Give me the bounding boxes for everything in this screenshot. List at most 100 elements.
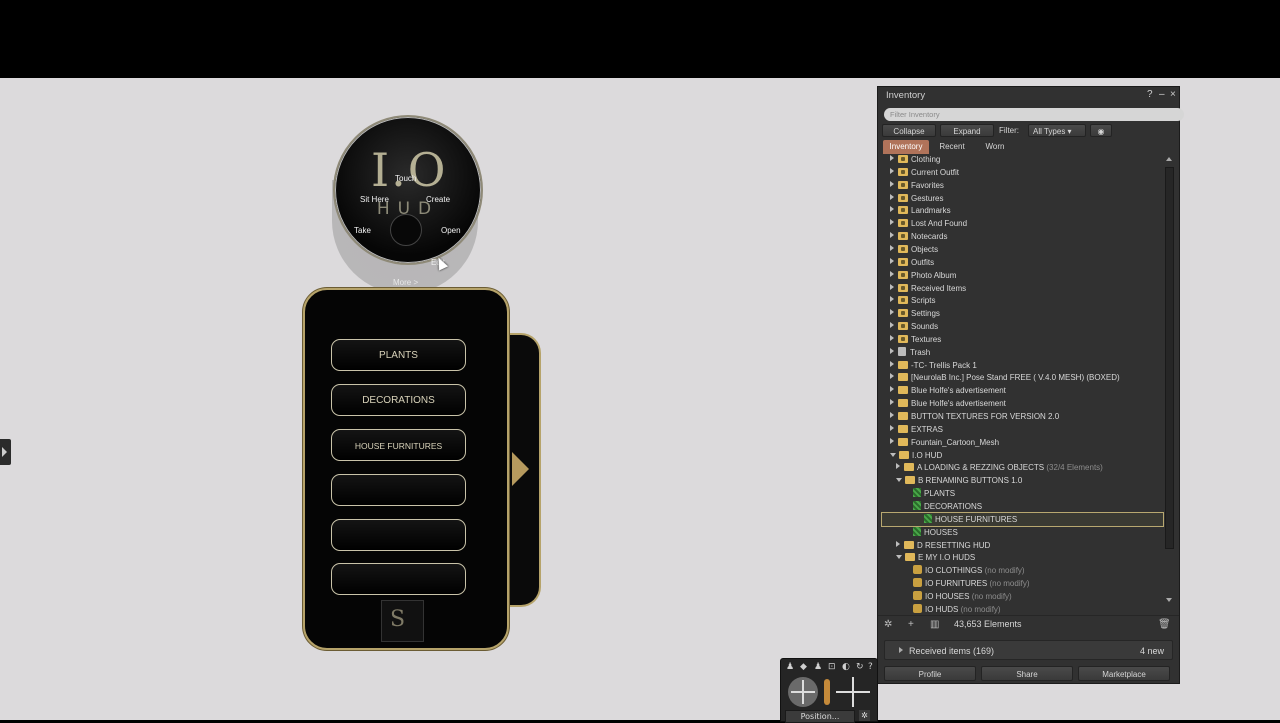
chevron-right-icon[interactable] — [890, 206, 894, 213]
tree-item[interactable]: IO HUDS (no modify) — [902, 603, 1001, 616]
chevron-right-icon[interactable] — [890, 399, 894, 406]
hud-button-empty-6[interactable] — [331, 563, 466, 595]
tree-item[interactable]: Received Items — [890, 282, 966, 295]
scroll-thumb[interactable] — [1165, 167, 1174, 549]
share-button[interactable]: Share — [981, 666, 1073, 681]
tree-item[interactable]: Textures — [890, 333, 941, 346]
add-icon[interactable]: + — [908, 619, 914, 630]
tree-item[interactable]: I.O HUD — [890, 449, 942, 462]
chevron-right-icon[interactable] — [890, 257, 894, 264]
tree-item[interactable]: EXTRAS — [890, 423, 943, 436]
tree-item[interactable]: IO CLOTHINGS (no modify) — [902, 564, 1025, 577]
tree-item[interactable]: Clothing — [890, 153, 940, 166]
profile-button[interactable]: Profile — [884, 666, 976, 681]
tab-worn[interactable]: Worn — [976, 140, 1014, 154]
collapse-button[interactable]: Collapse — [882, 124, 936, 137]
tab-inventory[interactable]: Inventory — [883, 140, 929, 154]
camera-settings-icon[interactable]: ✲ — [859, 710, 870, 721]
tree-item[interactable]: -TC- Trellis Pack 1 — [890, 359, 977, 372]
help-icon[interactable]: ? — [1147, 89, 1153, 100]
chevron-right-icon[interactable] — [890, 437, 894, 444]
chevron-right-icon[interactable] — [890, 334, 894, 341]
tree-item[interactable]: Gestures — [890, 192, 943, 205]
hud-button-decorations[interactable]: DECORATIONS — [331, 384, 466, 416]
pie-item-create[interactable]: Create — [426, 195, 450, 204]
tree-item[interactable]: Sounds — [890, 320, 938, 333]
chevron-right-icon[interactable] — [890, 167, 894, 174]
scroll-down-icon[interactable] — [1166, 598, 1172, 602]
tree-item-selected[interactable]: HOUSE FURNITURES — [881, 511, 1164, 527]
reset-view-icon[interactable]: ↻ — [856, 662, 864, 672]
tree-item[interactable]: B RENAMING BUTTONS 1.0 — [896, 474, 1022, 487]
chevron-right-icon[interactable] — [890, 360, 894, 367]
pie-item-touch[interactable]: Touch — [395, 174, 416, 183]
tree-item[interactable]: Photo Album — [890, 269, 956, 282]
left-expand-tab[interactable] — [0, 439, 11, 465]
tree-item[interactable]: D RESETTING HUD — [896, 539, 990, 552]
chevron-right-icon[interactable] — [890, 373, 894, 380]
trash-icon[interactable]: 🗑 — [1158, 619, 1171, 630]
tree-item[interactable]: A LOADING & REZZING OBJECTS (32/4 Elemen… — [896, 461, 1103, 474]
tree-item[interactable]: Settings — [890, 307, 940, 320]
tree-item[interactable]: IO FURNITURES (no modify) — [902, 577, 1029, 590]
tree-item[interactable]: Fountain_Cartoon_Mesh — [890, 436, 999, 449]
chevron-right-icon[interactable] — [890, 219, 894, 226]
pan-pad[interactable] — [836, 677, 870, 707]
tree-item[interactable]: Notecards — [890, 230, 947, 243]
chevron-right-icon[interactable] — [890, 322, 894, 329]
hud-button-plants[interactable]: PLANTS — [331, 339, 466, 371]
hud-button-empty-5[interactable] — [331, 519, 466, 551]
mouselook-icon[interactable]: ◆ — [800, 662, 807, 672]
position-button[interactable]: Position... — [785, 710, 855, 723]
close-icon[interactable]: × — [1170, 89, 1176, 100]
tree-item[interactable]: Trash — [890, 346, 930, 359]
tree-item[interactable]: Scripts — [890, 294, 935, 307]
tree-item[interactable]: Blue Holfe's advertisement — [890, 384, 1006, 397]
filter-inventory-input[interactable] — [884, 108, 1184, 121]
tree-item[interactable]: BUTTON TEXTURES FOR VERSION 2.0 — [890, 410, 1059, 423]
scroll-up-icon[interactable] — [1166, 157, 1172, 161]
chevron-right-icon[interactable] — [890, 283, 894, 290]
hud-brand-logo[interactable]: S — [381, 600, 424, 642]
received-items-accordion[interactable]: Received items (169) 4 new — [884, 640, 1173, 660]
eye-options-button[interactable]: ◉ — [1090, 124, 1112, 137]
pie-item-open[interactable]: Open — [441, 226, 461, 235]
tree-item[interactable]: Blue Holfe's advertisement — [890, 397, 1006, 410]
avatar-view-icon[interactable]: ♟ — [786, 662, 794, 672]
chevron-down-icon[interactable] — [896, 478, 902, 483]
tree-item[interactable]: Outfits — [890, 256, 934, 269]
tree-item[interactable]: HOUSES — [902, 526, 958, 539]
chevron-down-icon[interactable] — [896, 555, 902, 560]
inventory-tree[interactable]: Clothing Current Outfit Favorites Gestures L… — [878, 153, 1166, 616]
tree-item[interactable]: Landmarks — [890, 204, 951, 217]
chevron-right-icon[interactable] — [890, 424, 894, 431]
front-view-icon[interactable]: ♟ — [814, 662, 822, 672]
hud-button-house-furnitures[interactable]: HOUSE FURNITURES — [331, 429, 466, 461]
expand-button[interactable]: Expand — [940, 124, 994, 137]
tree-item[interactable]: [NeurolaB Inc.] Pose Stand FREE ( V.4.0 … — [890, 371, 1120, 384]
new-window-icon[interactable]: ▥ — [930, 619, 939, 630]
chevron-right-icon[interactable] — [890, 232, 894, 239]
gear-menu-icon[interactable]: ✲ — [884, 619, 892, 630]
chevron-right-icon[interactable] — [890, 296, 894, 303]
chevron-right-icon[interactable] — [890, 180, 894, 187]
pie-item-take[interactable]: Take — [354, 226, 371, 235]
chevron-right-icon[interactable] — [890, 412, 894, 418]
tree-item[interactable]: Objects — [890, 243, 938, 256]
pie-item-more[interactable]: More > — [393, 278, 418, 287]
filter-type-dropdown[interactable]: All Types ▾ — [1028, 124, 1086, 137]
pie-item-sit-here[interactable]: Sit Here — [360, 195, 389, 204]
orbit-pad[interactable] — [788, 677, 818, 707]
chevron-right-icon[interactable] — [890, 244, 894, 251]
minimize-icon[interactable]: – — [1159, 89, 1165, 100]
chevron-right-icon[interactable] — [890, 193, 894, 200]
zoom-slider[interactable] — [824, 679, 830, 705]
tree-item[interactable]: Current Outfit — [890, 166, 959, 179]
marketplace-button[interactable]: Marketplace — [1078, 666, 1170, 681]
help-icon[interactable]: ? — [868, 662, 873, 672]
hud-expand-arrow-icon[interactable] — [512, 452, 529, 486]
tab-recent[interactable]: Recent — [931, 140, 973, 154]
hud-button-empty-4[interactable] — [331, 474, 466, 506]
chevron-right-icon[interactable] — [890, 155, 894, 161]
tree-item[interactable]: Favorites — [890, 179, 944, 192]
